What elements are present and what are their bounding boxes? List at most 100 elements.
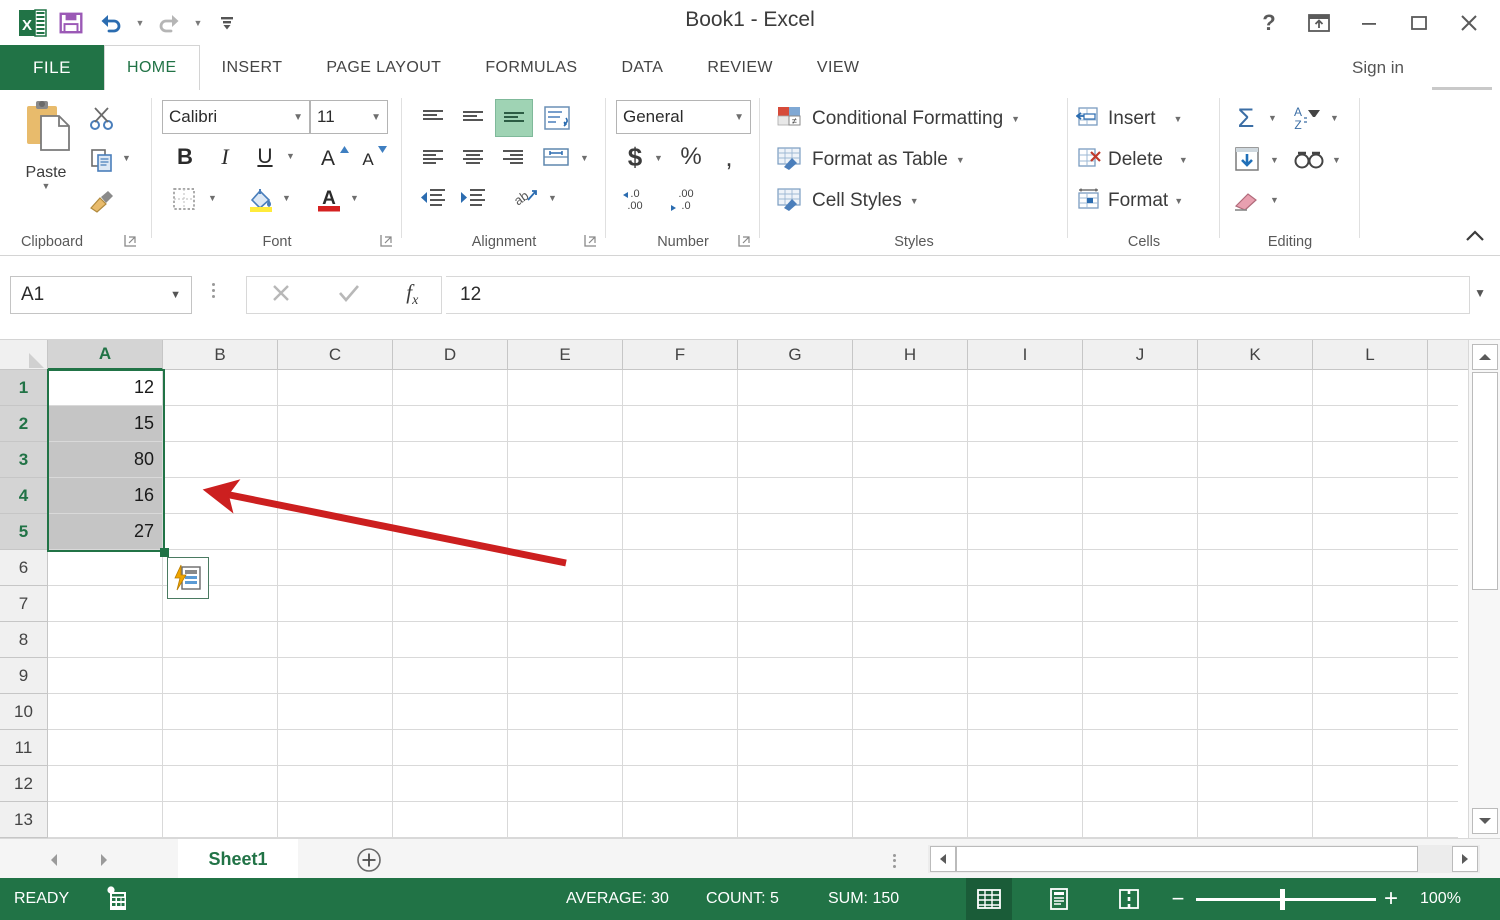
accounting-dropdown-icon[interactable]: ▼ [654, 154, 663, 163]
insert-function-icon[interactable]: fx [406, 280, 418, 309]
vertical-scroll-thumb[interactable] [1472, 372, 1498, 590]
horizontal-scrollbar[interactable] [928, 845, 1480, 873]
row-header-8[interactable]: 8 [0, 622, 48, 658]
clipboard-dialog-launcher[interactable] [124, 234, 138, 248]
row-header-5[interactable]: 5 [0, 514, 48, 550]
new-sheet-icon[interactable] [352, 845, 386, 875]
align-left-button[interactable] [416, 142, 450, 174]
fill-dropdown-icon[interactable]: ▼ [1270, 156, 1279, 165]
column-header-H[interactable]: H [853, 340, 968, 370]
previous-sheet-icon[interactable] [40, 847, 68, 873]
delete-cells-button[interactable]: Delete ▼ [1076, 143, 1206, 177]
paste-dropdown-icon[interactable]: ▼ [42, 182, 51, 191]
column-header-I[interactable]: I [968, 340, 1083, 370]
expand-formula-bar-icon[interactable]: ▼ [1474, 286, 1486, 300]
fill-button[interactable] [1228, 142, 1266, 178]
row-header-13[interactable]: 13 [0, 802, 48, 838]
tab-page-layout[interactable]: PAGE LAYOUT [304, 45, 463, 90]
tab-file[interactable]: FILE [0, 45, 104, 90]
format-as-table-dropdown-icon[interactable]: ▼ [956, 155, 965, 165]
clear-button[interactable] [1228, 184, 1266, 218]
row-header-2[interactable]: 2 [0, 406, 48, 442]
font-color-dropdown-icon[interactable]: ▼ [350, 194, 359, 203]
center-button[interactable] [456, 142, 490, 174]
font-size-dropdown-icon[interactable]: ▼ [365, 112, 381, 123]
borders-button[interactable] [166, 182, 202, 216]
autosum-button[interactable]: Σ [1228, 100, 1264, 136]
column-header-C[interactable]: C [278, 340, 393, 370]
column-header-F[interactable]: F [623, 340, 738, 370]
zoom-in-button[interactable]: + [1380, 878, 1402, 920]
fill-color-button[interactable] [244, 180, 278, 218]
underline-dropdown-icon[interactable]: ▼ [286, 152, 295, 161]
tab-data[interactable]: DATA [599, 45, 685, 90]
ribbon-display-options-icon[interactable] [1296, 4, 1342, 42]
next-sheet-icon[interactable] [90, 847, 118, 873]
tab-view[interactable]: VIEW [795, 45, 882, 90]
font-name-dropdown-icon[interactable]: ▼ [287, 112, 303, 123]
column-header-G[interactable]: G [738, 340, 853, 370]
scroll-up-icon[interactable] [1472, 344, 1498, 370]
number-format-dropdown-icon[interactable]: ▼ [728, 112, 744, 123]
sort-filter-button[interactable]: A Z [1288, 100, 1326, 136]
tab-formulas[interactable]: FORMULAS [463, 45, 599, 90]
column-header-E[interactable]: E [508, 340, 623, 370]
close-icon[interactable] [1446, 4, 1492, 42]
tab-insert[interactable]: INSERT [200, 45, 305, 90]
fill-handle[interactable] [160, 548, 169, 557]
zoom-out-button[interactable]: − [1168, 878, 1188, 920]
borders-dropdown-icon[interactable]: ▼ [208, 194, 217, 203]
number-dialog-launcher[interactable] [738, 234, 752, 248]
zoom-slider[interactable] [1196, 878, 1376, 920]
cell-A2[interactable]: 15 [48, 406, 163, 442]
bold-button[interactable]: B [168, 140, 202, 174]
middle-align-button[interactable] [456, 102, 490, 134]
shrink-font-button[interactable]: A [356, 138, 392, 174]
grow-font-button[interactable]: A [316, 138, 352, 174]
formula-input[interactable]: 12 [446, 276, 1470, 314]
autofill-options-icon[interactable] [167, 557, 209, 599]
cell-canvas[interactable] [48, 370, 1458, 838]
decrease-decimal-button[interactable]: .00 .0 [668, 180, 710, 216]
orientation-dropdown-icon[interactable]: ▼ [548, 194, 557, 203]
scroll-down-icon[interactable] [1472, 808, 1498, 834]
find-select-button[interactable] [1290, 142, 1328, 178]
cell-A5[interactable]: 27 [48, 514, 163, 550]
sort-filter-dropdown-icon[interactable]: ▼ [1330, 114, 1339, 123]
cell-styles-dropdown-icon[interactable]: ▼ [910, 196, 919, 206]
format-painter-button[interactable] [84, 184, 120, 218]
increase-decimal-button[interactable]: .0 .00 [620, 180, 662, 216]
font-dialog-launcher[interactable] [380, 234, 394, 248]
scroll-left-icon[interactable] [930, 846, 956, 872]
column-header-D[interactable]: D [393, 340, 508, 370]
vertical-scrollbar[interactable] [1468, 340, 1500, 838]
column-header-B[interactable]: B [163, 340, 278, 370]
alignment-dialog-launcher[interactable] [584, 234, 598, 248]
bottom-align-button[interactable] [495, 99, 533, 137]
paste-button[interactable]: Paste ▼ [12, 98, 80, 216]
font-color-button[interactable]: A [312, 180, 346, 218]
delete-cells-dropdown-icon[interactable]: ▼ [1179, 155, 1188, 165]
tab-review[interactable]: REVIEW [685, 45, 795, 90]
sign-in-button[interactable]: Sign in [1352, 45, 1404, 90]
page-break-preview-icon[interactable] [1106, 878, 1152, 920]
align-right-button[interactable] [496, 142, 530, 174]
zoom-slider-thumb[interactable] [1280, 888, 1285, 910]
formula-bar-grip[interactable] [212, 280, 215, 301]
insert-cells-dropdown-icon[interactable]: ▼ [1174, 114, 1183, 124]
row-header-12[interactable]: 12 [0, 766, 48, 802]
font-size-combo[interactable]: 11 ▼ [310, 100, 388, 134]
cell-A1[interactable]: 12 [48, 370, 163, 406]
conditional-formatting-button[interactable]: ≠ Conditional Formatting ▼ [772, 102, 1062, 136]
cell-A3[interactable]: 80 [48, 442, 163, 478]
row-header-4[interactable]: 4 [0, 478, 48, 514]
accounting-format-button[interactable]: $ [620, 140, 650, 174]
name-box[interactable]: A1 ▼ [10, 276, 192, 314]
cell-A4[interactable]: 16 [48, 478, 163, 514]
merge-center-button[interactable] [538, 140, 574, 176]
insert-cells-button[interactable]: Insert ▼ [1075, 102, 1206, 136]
page-layout-view-icon[interactable] [1036, 878, 1082, 920]
column-header-K[interactable]: K [1198, 340, 1313, 370]
comma-format-button[interactable]: , [714, 140, 744, 174]
fill-color-dropdown-icon[interactable]: ▼ [282, 194, 291, 203]
